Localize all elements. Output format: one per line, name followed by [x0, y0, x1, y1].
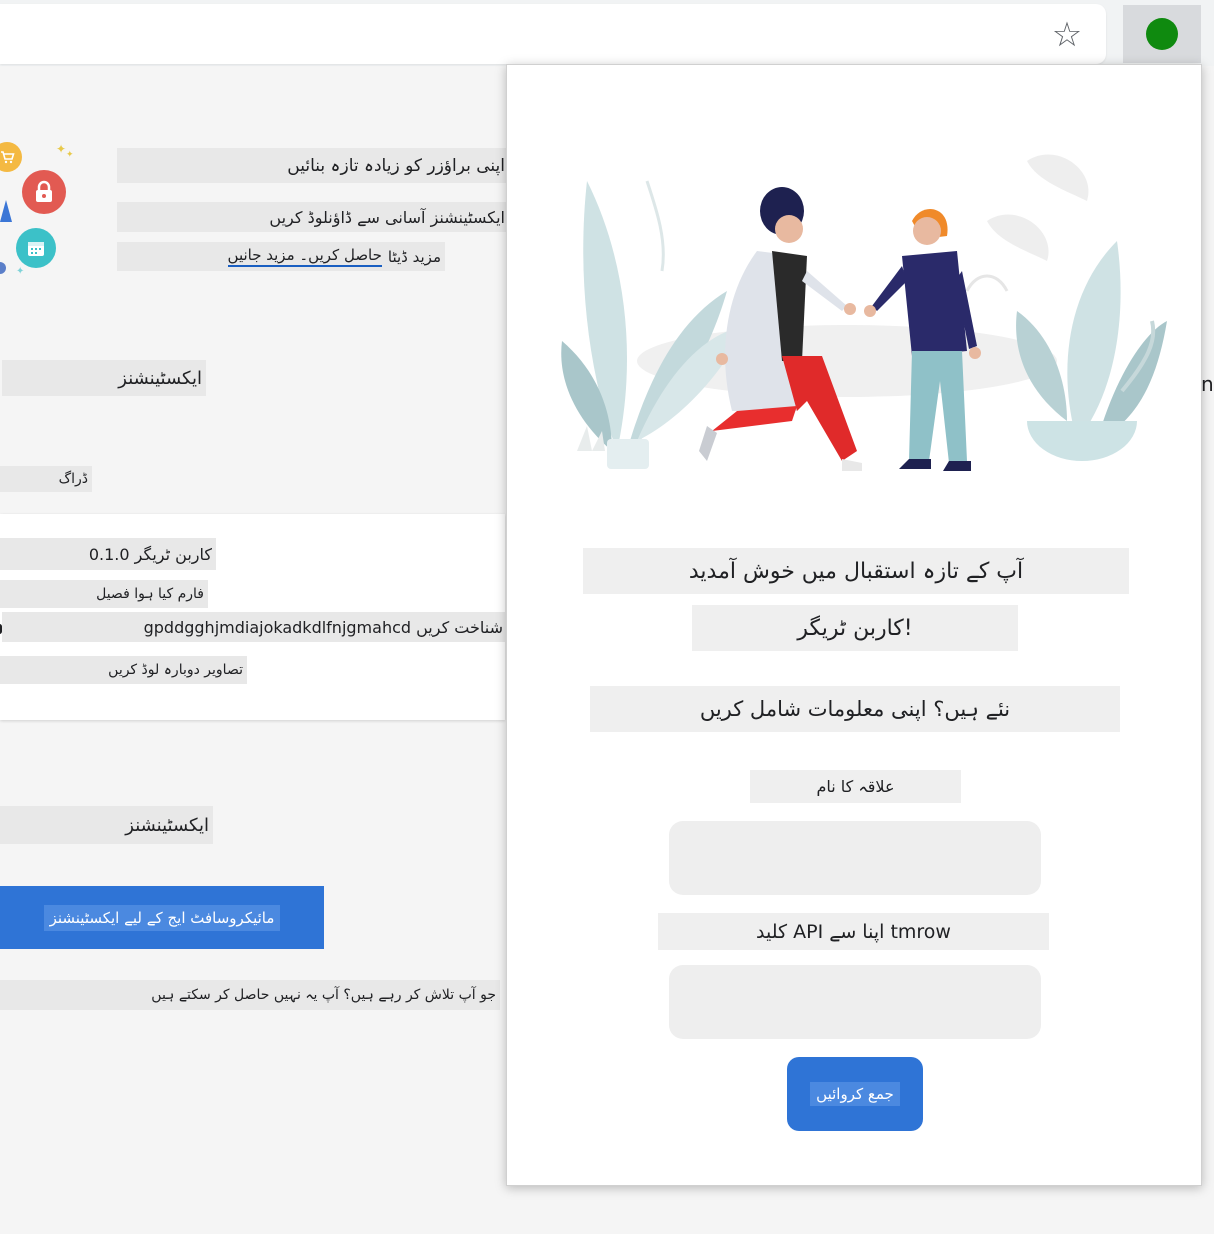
sparkle-icon: ✦ [66, 150, 74, 160]
side-letter-text: n [1201, 372, 1214, 396]
extension-id: gpddgghjmdiajokadkdlfnjgmahcd شناخت کریں [2, 612, 507, 642]
get-extensions-store-button[interactable]: مائیکروسافٹ ایج کے لیے ایکسٹینشنز [0, 886, 324, 949]
extension-version: کاربن ٹریگر 0.1.0 [0, 538, 216, 570]
calendar-icon [16, 228, 56, 268]
extension-status-dot-icon [1146, 18, 1178, 50]
browser-toolbar: ☆ [0, 0, 1214, 66]
extension-description: فارم کیا ہوا فصیل [0, 580, 208, 608]
small-blue-circle-icon [0, 262, 6, 274]
submit-button-label: جمع کروائیں [810, 1082, 900, 1106]
sparkle-icon: ✦ [16, 266, 25, 277]
sparkle-icon: ✦ [56, 142, 67, 156]
cart-icon [0, 142, 22, 172]
popup-subheading: نئے ہیں؟ اپنی معلومات شامل کریں [590, 686, 1120, 732]
store-button-label: مائیکروسافٹ ایج کے لیے ایکسٹینشنز [43, 904, 281, 931]
intro-line-3: حاصل کریں۔ مزید جانیں مزید ڈیٹا [117, 242, 445, 271]
intro-line-2: ایکسٹینشنز آسانی سے ڈاؤنلوڈ کریں [117, 202, 509, 232]
intro-learn-more-link[interactable]: حاصل کریں۔ مزید جانیں [227, 246, 382, 267]
region-field-label: علاقہ کا نام [750, 770, 961, 803]
api-key-field-label: کلید API اپنا سے tmrow [658, 913, 1049, 950]
intro-line-1: اپنی براؤزر کو زیادہ تازہ بنائیں [117, 148, 509, 183]
card-bullet-icon [0, 624, 2, 634]
extension-inspect-views[interactable]: تصاویر دوبارہ لوڈ کریں [0, 656, 247, 684]
extensions-heading: ایکسٹینشنز [2, 360, 206, 396]
extension-toolbar-button[interactable] [1123, 5, 1201, 63]
address-bar[interactable] [0, 4, 1106, 64]
bookmark-star-icon[interactable]: ☆ [1048, 16, 1086, 54]
intro-line-3-prefix: مزید ڈیٹا [387, 247, 441, 266]
footer-help-text: جو آپ تلاش کر رہے ہیں؟ آپ یہ نہیں حاصل ک… [0, 980, 500, 1010]
drag-label: ڈراگ [0, 466, 92, 492]
extensions-heading-2: ایکسٹینشنز [0, 806, 213, 844]
triangle-shape-icon [0, 200, 12, 222]
api-key-input[interactable] [669, 965, 1041, 1039]
welcome-illustration [561, 154, 1167, 471]
extension-card: کاربن ٹریگر 0.1.0 فارم کیا ہوا فصیل gpdd… [0, 514, 507, 720]
extension-popup: آپ کے تازہ استقبال میں خوش آمدید کاربن ٹ… [506, 64, 1202, 1186]
region-name-input[interactable] [669, 821, 1041, 895]
submit-button[interactable]: جمع کروائیں [787, 1057, 923, 1131]
popup-heading-line-2: کاربن ٹریگر! [692, 605, 1018, 651]
lock-icon [22, 170, 66, 214]
popup-heading-line-1: آپ کے تازہ استقبال میں خوش آمدید [583, 548, 1129, 594]
